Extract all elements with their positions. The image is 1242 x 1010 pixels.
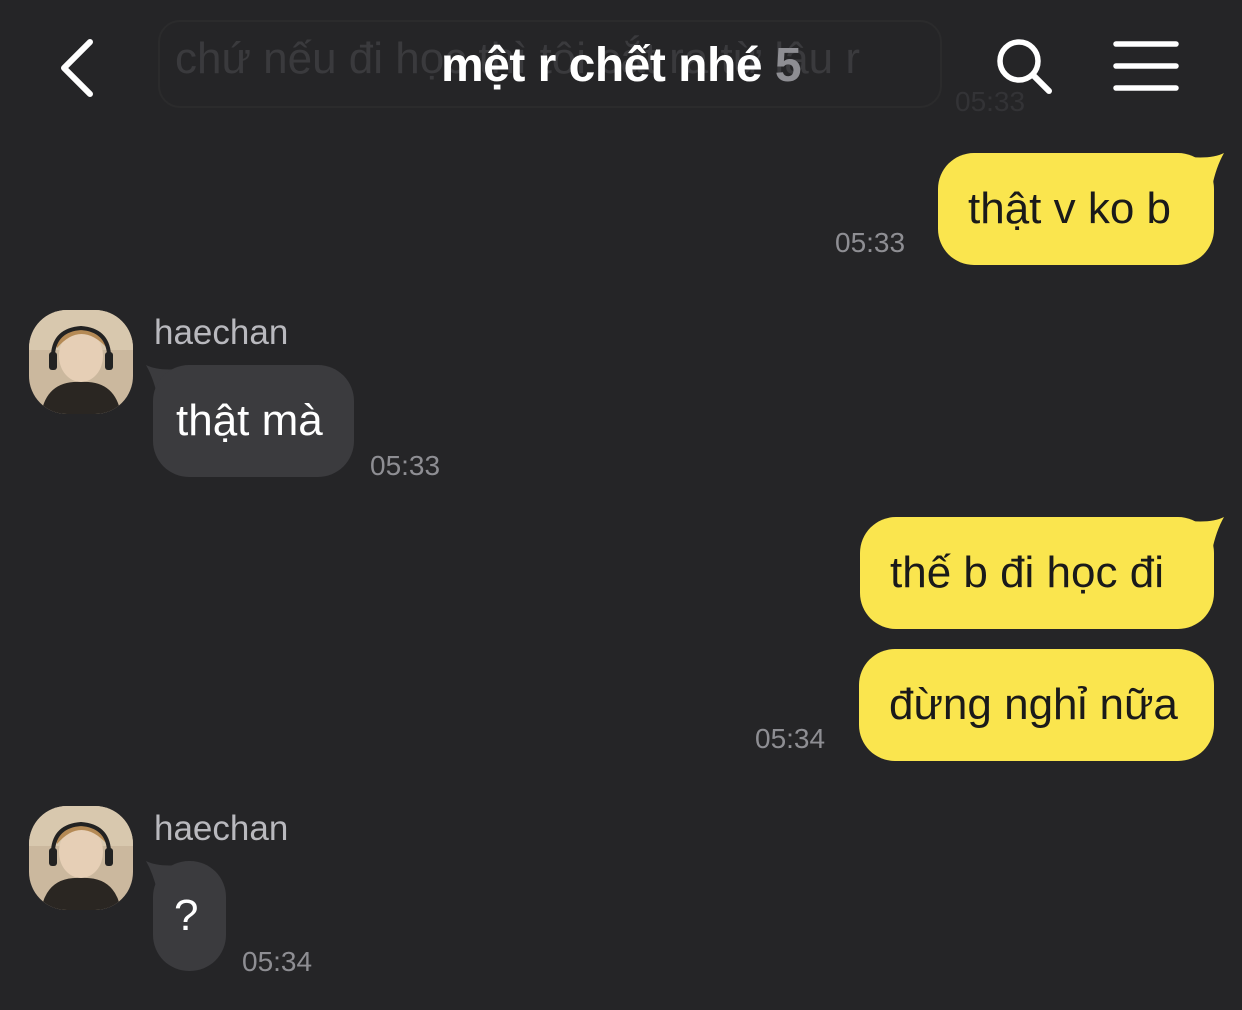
sender-avatar[interactable]	[29, 310, 133, 414]
outgoing-message-bubble[interactable]: đừng nghỉ nữa	[859, 649, 1214, 761]
message-time: 05:33	[835, 227, 906, 258]
avatar-photo	[29, 806, 133, 910]
sender-name: haechan	[154, 809, 289, 848]
message-text: ?	[174, 891, 199, 940]
search-button[interactable]	[994, 36, 1056, 98]
avatar-photo	[29, 310, 133, 414]
member-count: 5	[774, 39, 802, 92]
sender-name: haechan	[154, 313, 289, 352]
message-time: 05:34	[242, 946, 313, 977]
incoming-message-bubble[interactable]: ?	[153, 861, 226, 971]
outgoing-message-bubble[interactable]: thế b đi học đi	[860, 517, 1214, 629]
message-text: thật mà	[176, 396, 323, 445]
outgoing-bubble-tail	[1190, 517, 1224, 551]
outgoing-bubble-tail	[1190, 153, 1224, 187]
message-text: thật v ko b	[968, 184, 1172, 233]
message-time: 05:34	[755, 723, 826, 754]
chat-title-text: mệt r chết nhé	[440, 39, 763, 92]
sender-avatar[interactable]	[29, 806, 133, 910]
message-text: đừng nghỉ nữa	[889, 680, 1178, 729]
message-time: 05:33	[370, 450, 441, 481]
search-icon	[997, 39, 1052, 94]
message-text: thế b đi học đi	[890, 548, 1164, 597]
incoming-message-bubble[interactable]: thật mà	[153, 365, 354, 477]
menu-button[interactable]	[1112, 38, 1182, 94]
menu-icon	[1113, 41, 1179, 91]
outgoing-message-bubble[interactable]: thật v ko b	[938, 153, 1214, 265]
